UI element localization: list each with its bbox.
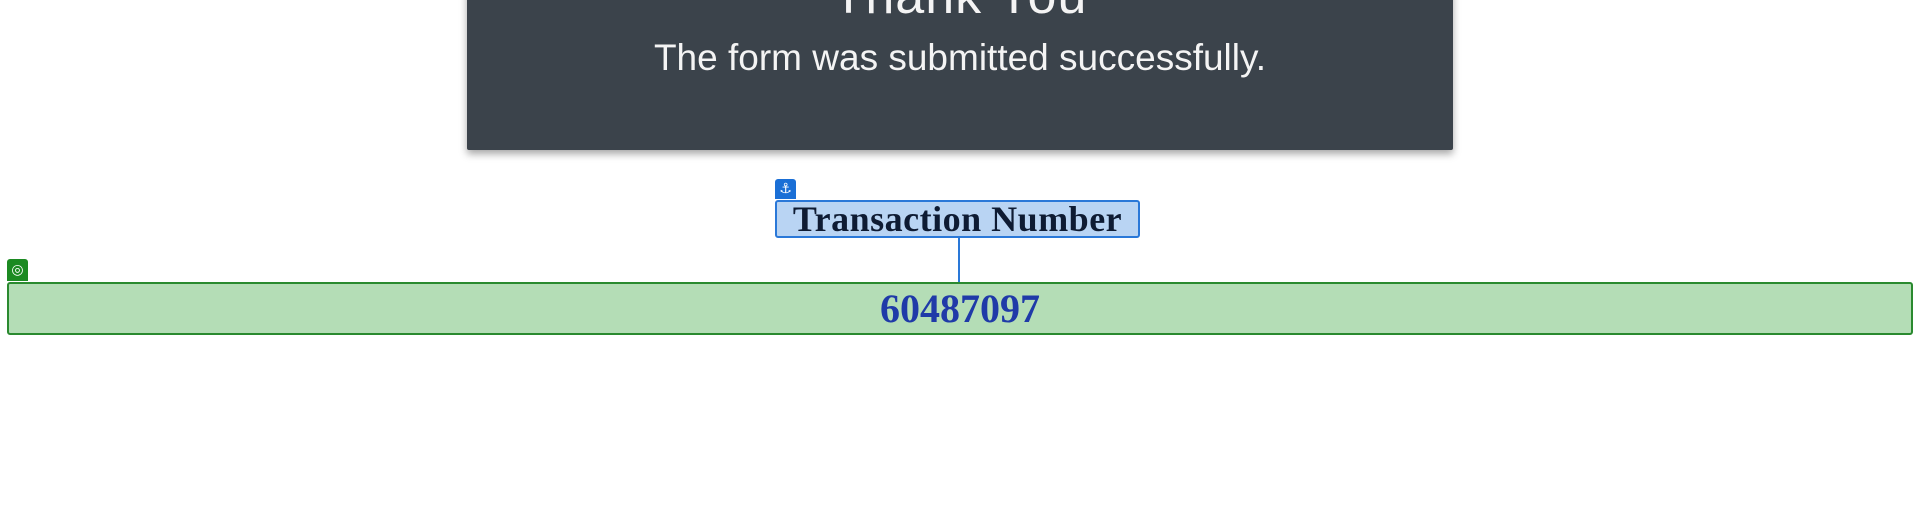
page: Thank You The form was submitted success… [0, 0, 1920, 517]
transaction-number-label: Transaction Number [792, 199, 1123, 239]
target-icon: ◎ [7, 259, 28, 281]
confirmation-title: Thank You [467, 0, 1453, 26]
annotation-connector-line [958, 238, 960, 282]
transaction-number-value: 60487097 [880, 286, 1040, 331]
confirmation-card: Thank You The form was submitted success… [467, 0, 1453, 150]
transaction-number-label-box: Transaction Number [775, 200, 1140, 238]
anchor-icon: ⚓ [775, 179, 796, 199]
transaction-number-value-box: 60487097 [7, 282, 1913, 335]
confirmation-message: The form was submitted successfully. [653, 37, 1267, 78]
